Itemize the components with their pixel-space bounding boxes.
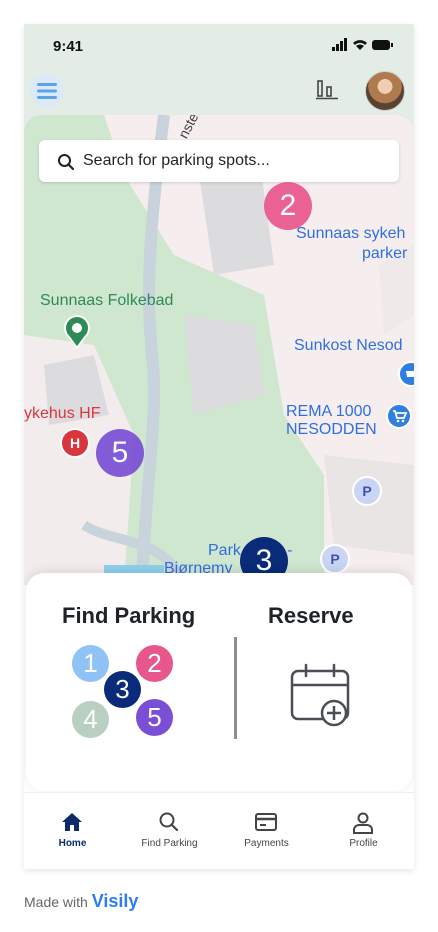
- card-icon: [255, 813, 277, 831]
- tab-find-parking[interactable]: Find Parking: [121, 793, 218, 869]
- calendar-add-icon: [290, 663, 350, 727]
- parking-pin-icon[interactable]: P: [320, 544, 350, 574]
- bubble-3: 3: [104, 671, 141, 708]
- bottom-tab-bar: Home Find Parking Payments Profile: [24, 792, 414, 869]
- map-label-sunnaas-sykehus: Sunnaas sykeh: [296, 225, 406, 242]
- bubble-4: 4: [72, 701, 109, 738]
- pool-pin-icon[interactable]: [63, 315, 91, 349]
- tab-label-payments: Payments: [244, 838, 289, 849]
- action-panel: Find Parking Reserve 1 2 4 5 3: [26, 573, 412, 791]
- map-label-rema-2: NESODDEN: [286, 421, 377, 438]
- home-icon: [62, 813, 82, 831]
- search-icon: [58, 154, 75, 171]
- shop-pin-icon[interactable]: [398, 361, 414, 387]
- status-time: 9:41: [53, 38, 84, 55]
- avatar[interactable]: [365, 71, 405, 111]
- tab-payments[interactable]: Payments: [218, 793, 315, 869]
- search-icon: [159, 812, 179, 832]
- find-parking-title[interactable]: Find Parking: [62, 603, 195, 629]
- map-label-sykehus-hf: ykehus HF: [24, 405, 101, 422]
- hamburger-icon: [37, 83, 57, 99]
- signal-wifi-battery-icon: [332, 38, 393, 51]
- tab-label-profile: Profile: [349, 838, 378, 849]
- tab-label-home: Home: [58, 838, 87, 849]
- menu-button[interactable]: [30, 74, 64, 108]
- cluster-marker-5[interactable]: 5: [96, 429, 144, 477]
- tab-home[interactable]: Home: [24, 793, 121, 869]
- find-parking-button[interactable]: 1 2 4 5 3: [66, 643, 186, 743]
- search-placeholder: Search for parking spots...: [83, 152, 270, 169]
- map-view[interactable]: Hå nster Search for parking spots... Sun…: [24, 115, 414, 585]
- user-icon: [353, 812, 373, 834]
- status-icons: [332, 38, 394, 57]
- parking-pin-icon[interactable]: P: [352, 476, 382, 506]
- visily-logo[interactable]: Visily: [92, 891, 139, 911]
- made-with-text: Made with: [24, 894, 88, 910]
- bubble-5: 5: [136, 699, 173, 736]
- status-bar: 9:41: [24, 24, 414, 68]
- bar-chart-icon: [316, 80, 338, 100]
- map-label-rema-1: REMA 1000: [286, 403, 372, 420]
- stats-button[interactable]: [316, 80, 338, 105]
- map-label-sunnaas-folkebad: Sunnaas Folkebad: [40, 292, 174, 309]
- tab-label-find-parking: Find Parking: [141, 838, 198, 849]
- made-with-footer: Made with Visily: [24, 891, 138, 912]
- panel-divider: [234, 637, 237, 739]
- search-bar[interactable]: Search for parking spots...: [39, 140, 399, 182]
- hospital-pin-icon[interactable]: H: [60, 428, 90, 458]
- reserve-button[interactable]: [288, 663, 354, 729]
- reserve-title[interactable]: Reserve: [268, 603, 354, 629]
- bubble-2: 2: [136, 645, 173, 682]
- tab-profile[interactable]: Profile: [315, 793, 412, 869]
- phone-screen: 9:41 nster Search for parking spots... S…: [24, 24, 414, 869]
- bubble-1: 1: [72, 645, 109, 682]
- map-label-sunkost: Sunkost Nesod: [294, 337, 403, 354]
- cart-pin-icon[interactable]: [386, 403, 412, 429]
- cluster-marker-2[interactable]: 2: [264, 182, 312, 230]
- map-label-parkering: parker: [362, 245, 408, 262]
